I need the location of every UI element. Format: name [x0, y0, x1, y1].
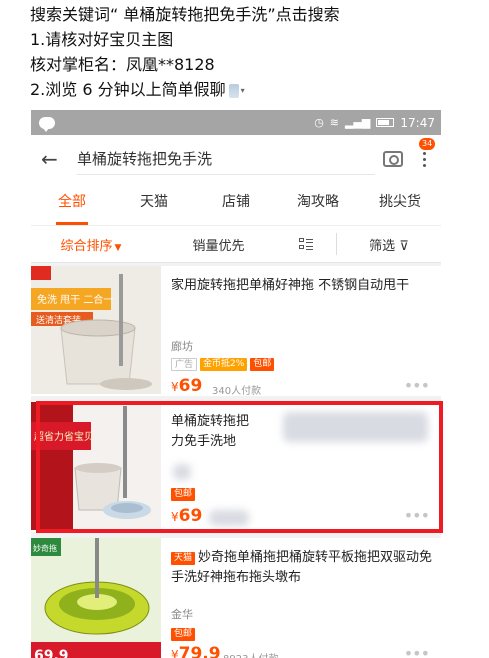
- product-price: ¥69: [171, 506, 202, 526]
- tab-premium[interactable]: 挑尖货: [359, 183, 441, 225]
- product-title[interactable]: 天猫 妙奇拖单桶拖把桶旋转平板拖把双驱动免手洗好神拖布拖头墩布: [171, 548, 433, 588]
- more-options-icon[interactable]: •••: [404, 506, 430, 525]
- tab-tmall[interactable]: 天猫: [113, 183, 195, 225]
- filter-button[interactable]: 筛选 ⊽: [337, 235, 441, 254]
- instruction-browse-duration: 2.浏览 6 分钟以上简单假聊 ▾: [30, 77, 485, 103]
- notification-badge: 34: [419, 137, 436, 150]
- tmall-tag: 天猫: [171, 552, 196, 565]
- instruction-check-image: 1.请核对好宝贝主图: [30, 30, 174, 49]
- product-tags: 广告 金币抵2% 包邮: [171, 358, 275, 371]
- price-value: 69: [178, 506, 203, 526]
- sort-comprehensive[interactable]: 综合排序 ▼: [31, 235, 151, 254]
- sales-count: 8923人付款: [223, 650, 278, 658]
- sort-bar: 综合排序 ▼ 销量优先 筛选 ⊽: [31, 225, 441, 263]
- blurred-sales-area: [209, 510, 249, 526]
- status-icons: ◷ ≋ ▂▄▆ 17:47: [314, 116, 435, 130]
- product-card[interactable]: 超省力省宝贝 单桶旋转拖把 力免手洗地 包邮 ¥69 •••: [31, 402, 441, 532]
- thumb-banner: 超省力省宝贝: [34, 430, 94, 443]
- camera-icon[interactable]: [383, 151, 403, 167]
- product-price: ¥69: [171, 376, 202, 396]
- signal-icon: ▂▄▆: [345, 116, 371, 129]
- filter-icon: ⊽: [395, 238, 409, 254]
- alarm-icon: ◷: [314, 116, 324, 129]
- more-options-icon[interactable]: •••: [404, 376, 430, 395]
- product-thumbnail[interactable]: 超省力省宝贝: [31, 402, 161, 530]
- sort-comprehensive-label: 综合排序: [60, 238, 113, 254]
- price-value: 69: [178, 376, 203, 396]
- ad-tag: 广告: [171, 358, 198, 371]
- back-arrow-icon[interactable]: ←: [41, 147, 65, 171]
- sales-count: 340人付款: [212, 386, 262, 397]
- message-icon: [39, 116, 55, 132]
- currency-symbol: ¥: [171, 648, 179, 658]
- status-bar: ◷ ≋ ▂▄▆ 17:47: [31, 110, 441, 135]
- currency-symbol: ¥: [171, 510, 179, 524]
- product-title[interactable]: 家用旋转拖把单桶好神拖 不锈钢自动甩干: [171, 276, 433, 296]
- product-title-text: 妙奇拖单桶拖把桶旋转平板拖把双驱动免手洗好神拖布拖头墩布: [171, 550, 433, 585]
- tab-all[interactable]: 全部: [31, 183, 113, 225]
- product-tags: 包邮: [171, 628, 196, 641]
- thumb-price-banner: 69.9: [34, 648, 69, 658]
- product-location: 金华: [171, 608, 193, 621]
- cursor-mark: [228, 83, 239, 98]
- product-price: ¥79.9: [171, 644, 221, 658]
- instruction-browse-text: 2.浏览 6 分钟以上简单假聊: [30, 80, 226, 99]
- wifi-icon: ≋: [329, 116, 340, 129]
- thumb-banner-main: 免洗 甩干 二合一: [37, 293, 113, 306]
- more-menu-icon[interactable]: 34: [417, 137, 436, 167]
- product-thumbnail[interactable]: 妙奇拖 69.9: [31, 538, 161, 658]
- task-instructions: 搜索关键词“ 单桶旋转拖把免手洗”点击搜索 1.请核对好宝贝主图 核对掌柜名：凤…: [30, 2, 485, 103]
- blurred-location-area: [173, 464, 191, 480]
- status-time: 17:47: [400, 115, 435, 130]
- sort-by-sales[interactable]: 销量优先: [151, 235, 286, 254]
- product-card[interactable]: 免洗 甩干 二合一 送清洁套装 家用旋转拖把单桶好神拖 不锈钢自动甩干 廊坊 广…: [31, 266, 441, 397]
- more-options-icon[interactable]: •••: [404, 644, 430, 658]
- dropdown-arrow-icon: ▾: [240, 86, 245, 95]
- mop-bucket-image: 妙奇拖 69.9: [31, 538, 161, 658]
- search-input[interactable]: 单桶旋转拖把免手洗: [77, 143, 375, 175]
- price-value: 79.9: [178, 644, 221, 658]
- battery-icon: [376, 118, 395, 127]
- filter-label: 筛选: [369, 238, 396, 254]
- thumb-brand: 妙奇拖: [33, 543, 57, 553]
- product-thumbnail[interactable]: 免洗 甩干 二合一 送清洁套装: [31, 266, 161, 394]
- currency-symbol: ¥: [171, 380, 179, 394]
- tab-guides[interactable]: 淘攻略: [277, 183, 359, 225]
- instruction-search-keyword: 搜索关键词“ 单桶旋转拖把免手洗”点击搜索: [30, 5, 340, 24]
- tab-shops[interactable]: 店铺: [195, 183, 277, 225]
- result-tabs: 全部 天猫 店铺 淘攻略 挑尖货: [31, 183, 441, 225]
- free-shipping-tag: 包邮: [250, 358, 275, 371]
- free-shipping-tag: 包邮: [171, 628, 196, 641]
- product-card[interactable]: 妙奇拖 69.9 天猫 妙奇拖单桶拖把桶旋转平板拖把双驱动免手洗好神拖布拖头墩布 …: [31, 538, 441, 658]
- mop-bucket-image: 超省力省宝贝: [31, 402, 161, 530]
- mop-bucket-image: 免洗 甩干 二合一 送清洁套装: [31, 266, 161, 394]
- blurred-title-area: [283, 412, 428, 442]
- caret-down-icon: ▼: [114, 242, 122, 253]
- product-location: 廊坊: [171, 340, 193, 353]
- coin-tag: 金币抵2%: [200, 358, 248, 371]
- phone-screen: ◷ ≋ ▂▄▆ 17:47 ← 单桶旋转拖把免手洗 34 全部 天猫 店铺 淘攻…: [31, 110, 441, 658]
- search-bar: ← 单桶旋转拖把免手洗 34: [31, 135, 441, 183]
- free-shipping-tag: 包邮: [171, 488, 196, 501]
- instruction-check-seller: 核对掌柜名：凤凰**8128: [30, 55, 215, 74]
- list-layout-icon[interactable]: [286, 238, 326, 250]
- product-tags: 包邮: [171, 488, 196, 501]
